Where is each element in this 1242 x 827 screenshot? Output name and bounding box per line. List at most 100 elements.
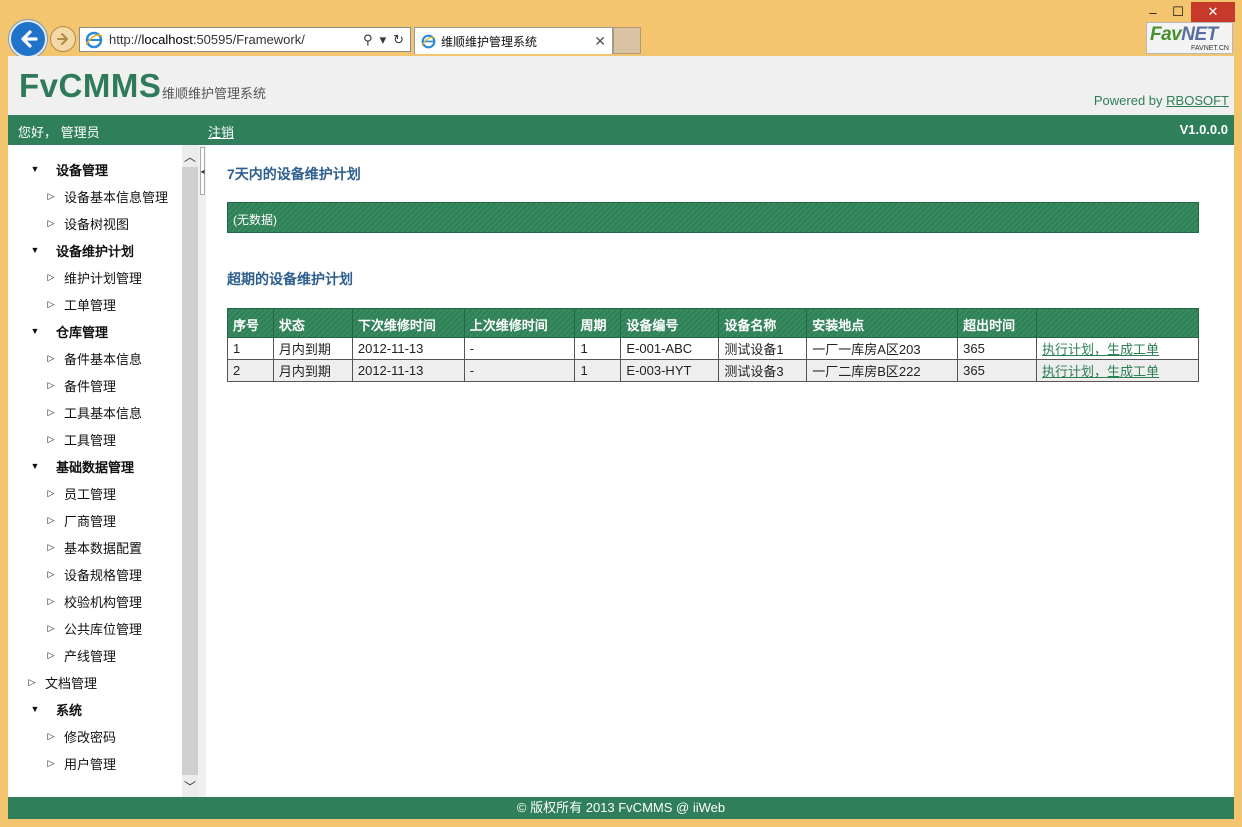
sidebar-item[interactable]: ▷ 工具管理 xyxy=(44,428,116,450)
sidebar-item[interactable]: ▷ 文档管理 xyxy=(25,671,97,693)
sidebar-item[interactable]: ▼ 仓库管理 xyxy=(28,320,108,342)
collapsed-arrow-icon[interactable]: ▷ xyxy=(44,353,58,364)
sidebar-item-label: 备件基本信息 xyxy=(64,351,143,367)
empty-grid-notice: (无数据) xyxy=(227,202,1199,233)
table-cell: 365 xyxy=(957,337,1038,360)
forward-button[interactable] xyxy=(50,26,76,52)
collapsed-arrow-icon[interactable]: ▷ xyxy=(44,191,58,202)
sidebar-item-label: 备件管理 xyxy=(64,378,117,394)
address-url[interactable]: http://localhost:50595/Framework/ xyxy=(109,32,363,47)
table-cell: 执行计划，生成工单 xyxy=(1036,359,1199,382)
maximize-button[interactable]: ☐ xyxy=(1166,2,1190,22)
scroll-up-icon[interactable]: ︿ xyxy=(182,145,198,167)
sidebar-scrollbar[interactable]: ︿ ﹀ xyxy=(182,145,198,797)
back-button[interactable] xyxy=(9,20,47,58)
table-cell: E-003-HYT xyxy=(620,359,720,382)
sidebar-item-label: 工具管理 xyxy=(64,432,117,448)
collapsed-arrow-icon[interactable]: ▷ xyxy=(44,596,58,607)
collapsed-arrow-icon[interactable]: ▷ xyxy=(44,272,58,283)
window-close-button[interactable]: ✕ xyxy=(1191,2,1235,22)
collapsed-arrow-icon[interactable]: ▷ xyxy=(44,434,58,445)
sidebar-item[interactable]: ▷ 维护计划管理 xyxy=(44,266,142,288)
column-header: 状态 xyxy=(272,308,353,338)
column-header: 超出时间 xyxy=(957,308,1038,338)
app-logo: FvCMMS xyxy=(19,67,162,104)
expanded-arrow-icon[interactable]: ▼ xyxy=(28,326,42,336)
minimize-button[interactable]: ‒ xyxy=(1140,2,1166,22)
scroll-down-icon[interactable]: ﹀ xyxy=(182,775,198,797)
sidebar-item[interactable]: ▷ 修改密码 xyxy=(44,725,116,747)
ie-tab-icon xyxy=(421,34,436,48)
collapsed-arrow-icon[interactable]: ▷ xyxy=(44,218,58,229)
search-icon[interactable]: ⚲ xyxy=(363,32,373,48)
collapsed-arrow-icon[interactable]: ▷ xyxy=(44,758,58,769)
table-cell: - xyxy=(463,337,576,360)
sidebar-item[interactable]: ▼ 系统 xyxy=(28,698,82,720)
top-bar: 您好， 管理员 注销 V1.0.0.0 xyxy=(8,115,1234,145)
execute-plan-link[interactable]: 执行计划，生成工单 xyxy=(1042,364,1159,379)
sidebar-item[interactable]: ▷ 产线管理 xyxy=(44,644,116,666)
sidebar-item-label: 校验机构管理 xyxy=(64,594,143,610)
column-header xyxy=(1036,308,1199,338)
collapsed-arrow-icon[interactable]: ▷ xyxy=(44,650,58,661)
collapsed-arrow-icon[interactable]: ▷ xyxy=(44,380,58,391)
sidebar-item[interactable]: ▷ 校验机构管理 xyxy=(44,590,142,612)
sidebar-tree: ▼ 设备管理 ▷ 设备基本信息管理 ▷ 设备树视图 ▼ 设备维护计划 ▷ 维护计划管理 ▷ 工单管理 ▼… xyxy=(8,145,182,797)
powered-by-link[interactable]: RBOSOFT xyxy=(1166,93,1229,108)
tab-close-icon[interactable]: ✕ xyxy=(594,33,606,50)
table-cell: - xyxy=(463,359,576,382)
collapsed-arrow-icon[interactable]: ▷ xyxy=(25,677,39,688)
back-arrow-icon xyxy=(21,30,38,48)
sidebar-item[interactable]: ▷ 公共库位管理 xyxy=(44,617,142,639)
new-tab-button[interactable] xyxy=(613,27,641,54)
table-cell: 2012-11-13 xyxy=(351,359,465,382)
dropdown-icon[interactable]: ▾ xyxy=(380,32,387,48)
column-header: 设备编号 xyxy=(620,308,720,338)
browser-tab[interactable]: 维顺维护管理系统 ✕ xyxy=(414,27,613,54)
browser-chrome: http://localhost:50595/Framework/ ⚲ ▾ ↻ … xyxy=(0,0,1242,58)
sidebar-item[interactable]: ▷ 厂商管理 xyxy=(44,509,116,531)
logout-link[interactable]: 注销 xyxy=(208,122,234,141)
sidebar-item[interactable]: ▷ 用户管理 xyxy=(44,752,116,774)
address-bar[interactable]: http://localhost:50595/Framework/ ⚲ ▾ ↻ xyxy=(79,27,411,52)
sidebar-item[interactable]: ▷ 设备规格管理 xyxy=(44,563,142,585)
expanded-arrow-icon[interactable]: ▼ xyxy=(28,461,42,471)
collapse-grip-icon[interactable]: ◂ xyxy=(200,147,205,195)
collapsed-arrow-icon[interactable]: ▷ xyxy=(44,515,58,526)
collapsed-arrow-icon[interactable]: ▷ xyxy=(44,407,58,418)
sidebar-item[interactable]: ▷ 备件管理 xyxy=(44,374,116,396)
expanded-arrow-icon[interactable]: ▼ xyxy=(28,164,42,174)
sidebar-item[interactable]: ▷ 基本数据配置 xyxy=(44,536,142,558)
expanded-arrow-icon[interactable]: ▼ xyxy=(28,704,42,714)
sidebar-item[interactable]: ▼ 设备维护计划 xyxy=(28,239,134,261)
sidebar-item-label: 仓库管理 xyxy=(56,324,109,340)
sidebar-item[interactable]: ▷ 员工管理 xyxy=(44,482,116,504)
sidebar-item[interactable]: ▼ 基础数据管理 xyxy=(28,455,134,477)
sidebar-item[interactable]: ▷ 设备基本信息管理 xyxy=(44,185,168,207)
table-cell: 测试设备1 xyxy=(718,337,808,360)
collapsed-arrow-icon[interactable]: ▷ xyxy=(44,731,58,742)
collapsed-arrow-icon[interactable]: ▷ xyxy=(44,299,58,310)
sidebar-item[interactable]: ▷ 备件基本信息 xyxy=(44,347,142,369)
expanded-arrow-icon[interactable]: ▼ xyxy=(28,245,42,255)
sidebar-item[interactable]: ▷ 工具基本信息 xyxy=(44,401,142,423)
sidebar-item[interactable]: ▼ 设备管理 xyxy=(28,158,108,180)
sidebar-item-label: 厂商管理 xyxy=(64,513,117,529)
table-cell: 一厂一库房A区203 xyxy=(806,337,959,360)
column-header: 设备名称 xyxy=(718,308,808,338)
sidebar-item-label: 工单管理 xyxy=(64,297,117,313)
collapsed-arrow-icon[interactable]: ▷ xyxy=(44,623,58,634)
panel-splitter[interactable]: ◂ xyxy=(198,145,206,797)
execute-plan-link[interactable]: 执行计划，生成工单 xyxy=(1042,342,1159,357)
table-cell: 月内到期 xyxy=(272,359,353,382)
sidebar-item[interactable]: ▷ 工单管理 xyxy=(44,293,116,315)
column-header: 下次维修时间 xyxy=(351,308,465,338)
refresh-icon[interactable]: ↻ xyxy=(393,32,404,48)
sidebar-item[interactable]: ▷ 设备树视图 xyxy=(44,212,129,234)
collapsed-arrow-icon[interactable]: ▷ xyxy=(44,542,58,553)
app-window: FvCMMS 维顺维护管理系统 Powered by RBOSOFT 您好， 管… xyxy=(8,56,1234,819)
collapsed-arrow-icon[interactable]: ▷ xyxy=(44,569,58,580)
sidebar-item-label: 工具基本信息 xyxy=(64,405,143,421)
collapsed-arrow-icon[interactable]: ▷ xyxy=(44,488,58,499)
sidebar-item-label: 维护计划管理 xyxy=(64,270,143,286)
